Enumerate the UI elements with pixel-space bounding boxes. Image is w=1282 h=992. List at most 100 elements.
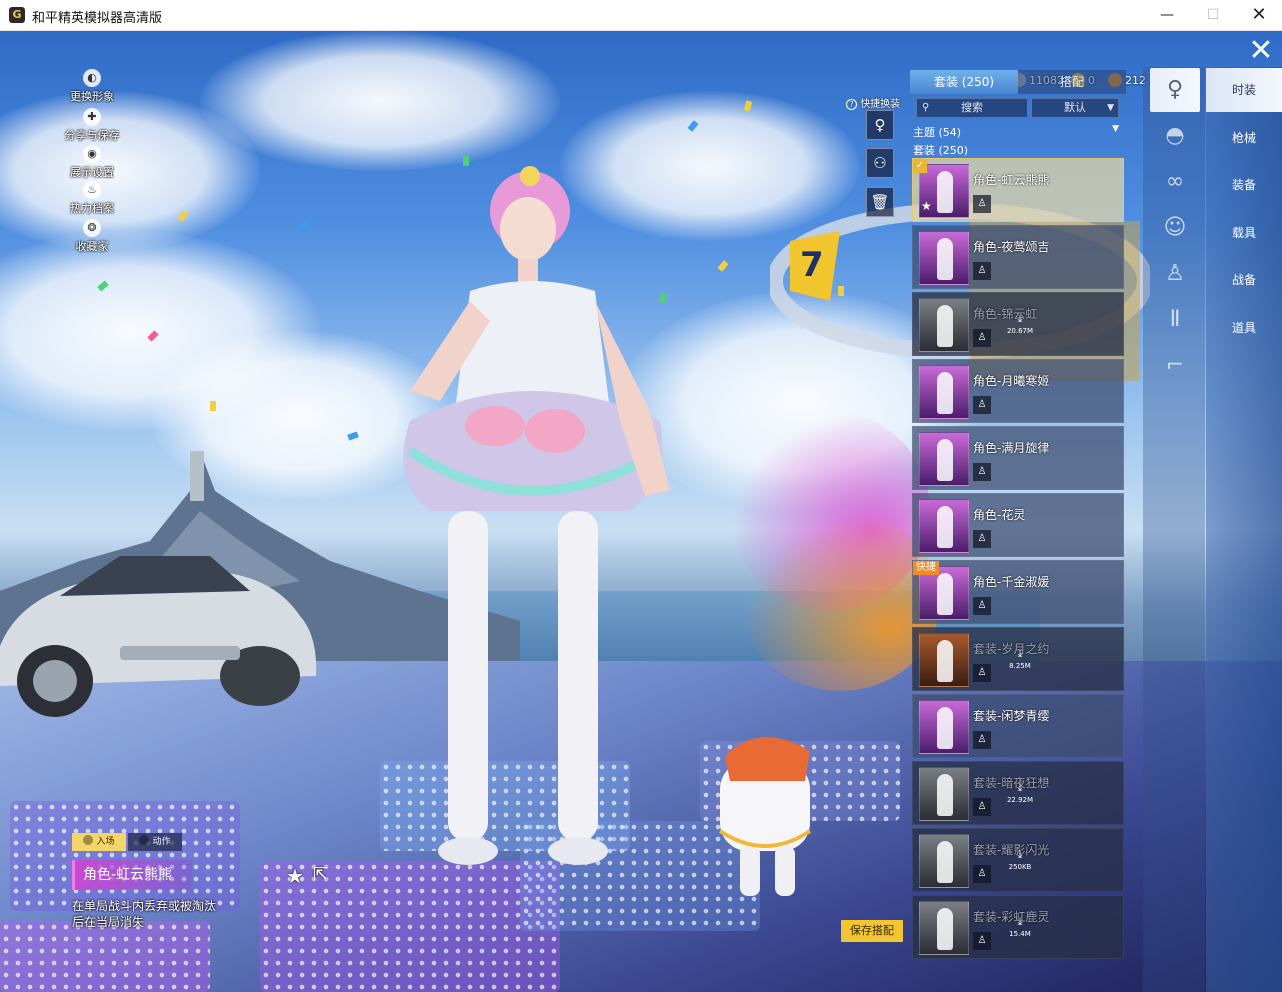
download-button[interactable]: ⤓ 250KB <box>1005 849 1035 873</box>
download-button[interactable]: ⤓ 22.92M <box>1005 782 1035 806</box>
medal-icon: ❂ <box>83 219 101 237</box>
outfit-item-name: 角色-夜莺颂吉 <box>973 240 1050 254</box>
category-tab-equipment[interactable]: 装备 <box>1206 163 1282 207</box>
search-input[interactable]: ⚲ 搜索 <box>916 98 1028 118</box>
window-close-button[interactable]: ✕ <box>1236 0 1282 30</box>
quick-slot-pair[interactable]: ⚇ <box>866 148 894 178</box>
download-icon: ⤓ <box>1017 312 1023 325</box>
left-menu-collector[interactable]: ❂ 收藏家 <box>60 219 124 254</box>
figure-icon <box>937 640 953 682</box>
download-icon: ⤓ <box>1017 915 1023 928</box>
outfit-list-item[interactable]: 角色-锦云虹 ♙ ⤓ 20.67M <box>912 292 1124 356</box>
shoes-icon[interactable]: ⌐ <box>1150 344 1200 388</box>
download-button[interactable]: ⤓ 20.67M <box>1005 313 1035 337</box>
outfit-thumbnail <box>919 432 969 486</box>
outfit-list-item[interactable]: 套装-岁月之约 ♙ ⤓ 8.25M <box>912 627 1124 691</box>
left-menu-label: 分享与保存 <box>64 129 120 142</box>
tab-action[interactable]: 动作 <box>128 833 182 851</box>
outfit-list-item[interactable]: 套装-彩虹鹿灵 ♙ ⤓ 15.4M <box>912 895 1124 959</box>
category-tab-combat-prep[interactable]: 战备 <box>1206 258 1282 302</box>
face-icon[interactable]: ☺ <box>1150 206 1200 250</box>
outfit-icon[interactable]: ♀ <box>1150 68 1200 112</box>
outfit-item-name: 角色-月曦寒姬 <box>973 374 1050 388</box>
figure-icon <box>937 372 953 414</box>
outfit-thumbnail <box>919 633 969 687</box>
download-icon: ⤓ <box>1017 848 1023 861</box>
category-tab-fashion[interactable]: 时装 <box>1206 68 1282 112</box>
share-out-icon[interactable]: ⇱ <box>313 864 328 885</box>
save-outfit-button[interactable]: 保存搭配 <box>841 920 903 942</box>
quick-slot-figure[interactable]: ♀ <box>866 110 894 140</box>
outfit-list-item[interactable]: 角色-虹云熊熊 ♙ ✓ ★ <box>912 158 1124 222</box>
left-menu-heat-profile[interactable]: ♨ 热力档案 <box>60 181 124 216</box>
confetti <box>717 260 729 272</box>
part-icon: ♙ <box>973 731 991 749</box>
category-tab-weapons[interactable]: 枪械 <box>1206 116 1282 160</box>
figure-icon <box>937 908 953 950</box>
outfit-list-item[interactable]: 角色-夜莺颂吉 ♙ <box>912 225 1124 289</box>
theme-filter[interactable]: 主题 (54) ▼ <box>913 124 1119 140</box>
search-icon: ⚲ <box>922 102 930 113</box>
part-icon: ♙ <box>973 932 991 950</box>
left-menu-change-look[interactable]: ◐ 更换形象 <box>60 69 124 104</box>
category-tab-vehicles[interactable]: 载具 <box>1206 211 1282 255</box>
quick-badge: 快捷 <box>913 561 939 575</box>
category-tab-items[interactable]: 道具 <box>1206 306 1282 350</box>
confetti <box>210 401 216 411</box>
glasses-icon[interactable]: ∞ <box>1150 160 1200 204</box>
download-size: 20.67M <box>1006 327 1034 335</box>
tab-suits[interactable]: 套装 (250) <box>910 70 1018 94</box>
outfit-item-name: 角色-花灵 <box>973 508 1026 522</box>
tab-entry[interactable]: 入场 <box>72 833 126 851</box>
maximize-button[interactable]: ☐ <box>1190 0 1236 30</box>
outfit-list-item[interactable]: 角色-满月旋律 ♙ <box>912 426 1124 490</box>
part-icon: ♙ <box>973 195 991 213</box>
outfit-list-item[interactable]: 角色-千金淑媛 ♙ 快捷 <box>912 560 1124 624</box>
figure-icon <box>937 774 953 816</box>
app-logo-icon: G <box>9 7 25 23</box>
pet-companion <box>718 737 812 896</box>
figure-icon <box>937 171 953 213</box>
orange-smoke <box>740 511 940 691</box>
outfit-list-item[interactable]: 角色-月曦寒姬 ♙ <box>912 359 1124 423</box>
hat-icon[interactable]: ◓ <box>1150 114 1200 158</box>
top-icon[interactable]: ♙ <box>1150 252 1200 296</box>
confetti <box>838 286 844 296</box>
part-icon: ♙ <box>973 530 991 548</box>
sort-dropdown[interactable]: 默认 ▼ <box>1031 98 1119 118</box>
help-icon[interactable]: ? <box>846 99 857 110</box>
part-icon: ♙ <box>973 396 991 414</box>
tab-match[interactable]: 搭配 <box>1018 70 1126 94</box>
window-titlebar: G 和平精英模拟器高清版 — ☐ ✕ <box>0 0 1282 31</box>
outfit-list-item[interactable]: 套装-耀影闪光 ♙ ⤓ 250KB <box>912 828 1124 892</box>
part-icon: ♙ <box>973 664 991 682</box>
star-icon: ★ <box>921 199 932 213</box>
outfit-list-item[interactable]: 套装-暗夜狂想 ♙ ⤓ 22.92M <box>912 761 1124 825</box>
pants-icon[interactable]: Ⅱ <box>1150 298 1200 342</box>
outfit-list-item[interactable]: 角色-花灵 ♙ <box>912 493 1124 557</box>
download-size: 250KB <box>1008 863 1032 871</box>
figure-icon <box>937 506 953 548</box>
action-tabs: 入场 动作 <box>72 833 182 851</box>
action-icon <box>139 835 150 845</box>
download-size: 8.25M <box>1009 662 1031 670</box>
left-menu-display-settings[interactable]: ◉ 展示设置 <box>60 145 124 180</box>
download-button[interactable]: ⤓ 15.4M <box>1005 916 1035 940</box>
current-outfit-name: 角色-虹云熊熊 <box>72 860 192 890</box>
figure-icon <box>937 707 953 749</box>
outfit-thumbnail <box>919 901 969 955</box>
outfit-thumbnail <box>919 499 969 553</box>
left-menu-label: 更换形象 <box>70 90 114 103</box>
download-button[interactable]: ⤓ 8.25M <box>1005 648 1035 672</box>
trash-icon[interactable]: 🗑 <box>866 187 894 217</box>
left-menu-share-save[interactable]: ✚ 分享与保存 <box>60 108 124 143</box>
tab-entry-label: 入场 <box>96 837 115 847</box>
favorite-star-icon[interactable]: ★ <box>286 864 304 888</box>
figure-icon <box>937 841 953 883</box>
outfit-list-item[interactable]: 套装-闲梦青缨 ♙ <box>912 694 1124 758</box>
minimize-button[interactable]: — <box>1144 0 1190 30</box>
quick-change-text: 快捷换装 <box>860 99 901 110</box>
eye-icon: ◉ <box>83 145 101 163</box>
close-icon[interactable]: ✕ <box>1244 36 1278 66</box>
outfit-item-name: 角色-千金淑媛 <box>973 575 1050 589</box>
